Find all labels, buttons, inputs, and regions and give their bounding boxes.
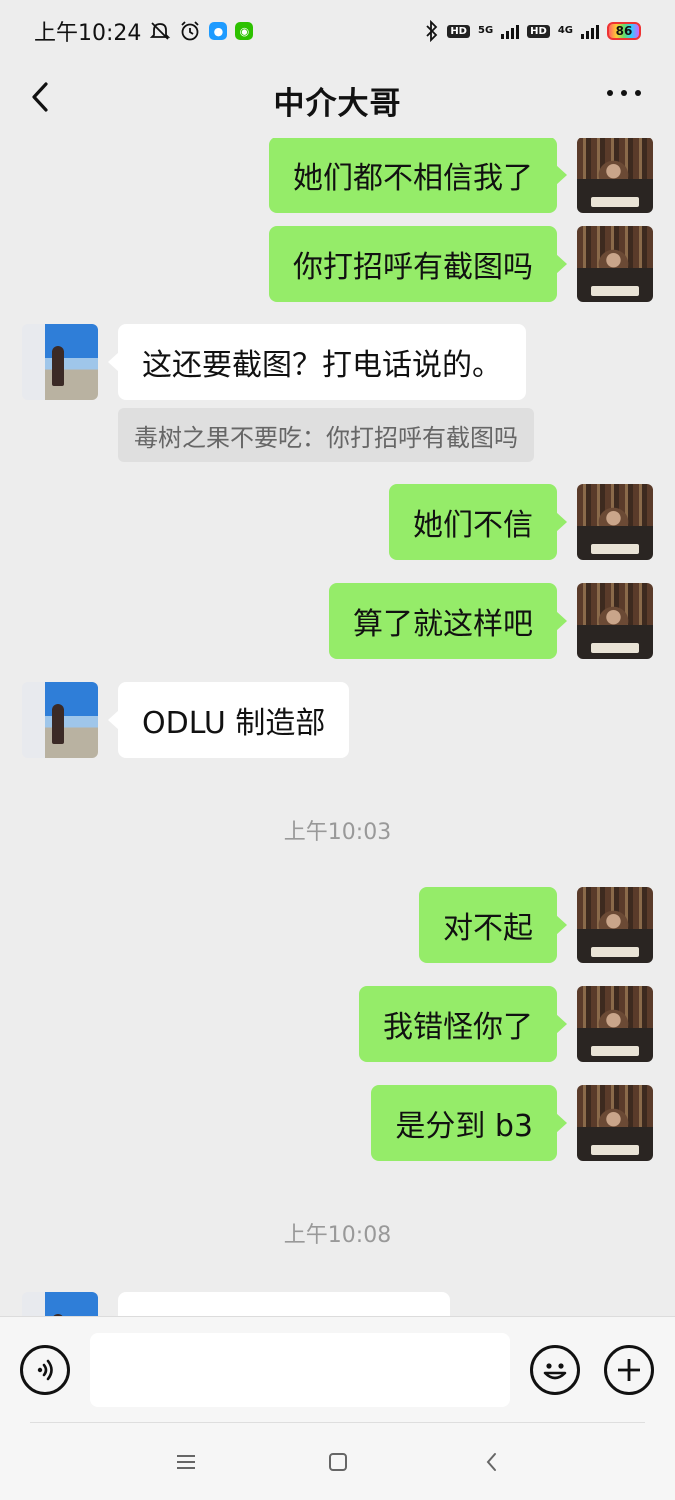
- signal-bars-1-icon: [501, 23, 520, 39]
- self-avatar[interactable]: [577, 887, 653, 963]
- battery-indicator: 86: [607, 22, 641, 40]
- message-input[interactable]: [90, 1333, 510, 1407]
- network-type-1: 5G: [478, 26, 493, 36]
- more-dots-icon[interactable]: [607, 90, 641, 96]
- message-bubble[interactable]: 是分到 b3: [371, 1085, 567, 1161]
- message-list[interactable]: 她们都不相信我了 你打招呼有截图吗 这还要截图？打电话说的。 毒树之果不要吃：你…: [0, 138, 675, 1316]
- emoji-icon[interactable]: [530, 1345, 580, 1395]
- status-right: HD 5G HD 4G 86: [425, 20, 641, 42]
- self-avatar[interactable]: [577, 484, 653, 560]
- timestamp: 上午10:08: [283, 1223, 392, 1248]
- message-bubble[interactable]: ODLU 制造部: [107, 682, 350, 758]
- voice-icon[interactable]: [20, 1345, 70, 1395]
- self-avatar[interactable]: [577, 138, 653, 213]
- message-bubble[interactable]: [118, 1292, 450, 1316]
- self-avatar[interactable]: [577, 986, 653, 1062]
- message-bubble[interactable]: 你打招呼有截图吗: [269, 226, 567, 302]
- signal-bars-2-icon: [581, 23, 599, 39]
- hd-badge-1: HD: [447, 24, 470, 38]
- mute-bell-icon: [149, 20, 171, 42]
- network-type-2: 4G: [558, 26, 573, 36]
- message-bubble[interactable]: 她们都不相信我了: [269, 138, 567, 213]
- self-avatar[interactable]: [577, 226, 653, 302]
- timestamp: 上午10:03: [283, 820, 392, 845]
- status-left: 上午10:24 ● ◉: [34, 15, 254, 47]
- chat-header: 中介大哥: [0, 62, 675, 138]
- plus-icon[interactable]: [604, 1345, 654, 1395]
- self-avatar[interactable]: [577, 1085, 653, 1161]
- message-bubble[interactable]: 我错怪你了: [359, 986, 567, 1062]
- divider: [30, 1422, 645, 1423]
- home-square-icon[interactable]: [324, 1448, 352, 1476]
- network-label-1: 5G: [477, 25, 494, 36]
- qq-app-icon: ●: [209, 22, 228, 40]
- message-bubble[interactable]: 对不起: [419, 887, 567, 963]
- status-time: 上午10:24: [34, 21, 142, 46]
- message-bubble[interactable]: 这还要截图？打电话说的。: [108, 324, 526, 400]
- network-label-2: 4G: [557, 25, 573, 36]
- input-bar: [0, 1316, 675, 1424]
- quoted-message[interactable]: 毒树之果不要吃：你打招呼有截图吗: [118, 408, 534, 462]
- status-bar: 上午10:24 ● ◉ HD 5G HD 4G 86: [0, 0, 675, 62]
- message-bubble[interactable]: 算了就这样吧: [329, 583, 567, 659]
- hd-badge-2: HD: [527, 24, 550, 38]
- alarm-clock-icon: [179, 20, 201, 42]
- menu-icon[interactable]: [172, 1448, 200, 1476]
- wechat-app-icon: ◉: [235, 22, 254, 40]
- contact-avatar[interactable]: [22, 682, 98, 758]
- chat-title: 中介大哥: [273, 85, 402, 122]
- back-triangle-icon[interactable]: [478, 1448, 506, 1476]
- self-avatar[interactable]: [577, 583, 653, 659]
- message-bubble[interactable]: 她们不信: [389, 484, 567, 560]
- contact-avatar[interactable]: [22, 324, 98, 400]
- contact-avatar[interactable]: [22, 1292, 98, 1316]
- bluetooth-icon: [425, 20, 439, 42]
- chevron-left-icon[interactable]: [26, 78, 56, 118]
- system-nav-bar: [0, 1424, 675, 1500]
